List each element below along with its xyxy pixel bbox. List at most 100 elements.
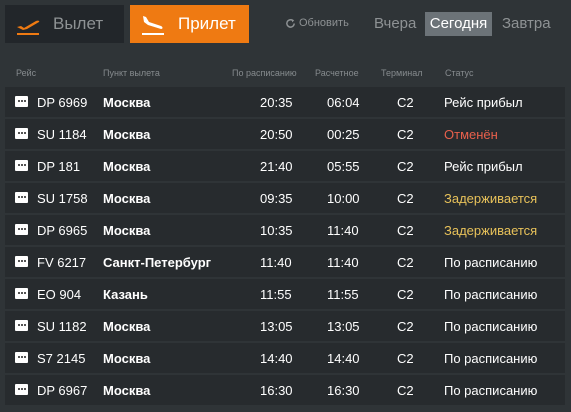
terminal: C2 (397, 191, 414, 206)
table-row[interactable]: S7 2145 Москва 14:40 14:40 C2 По расписанию (5, 343, 565, 373)
col-flight: Рейс (16, 68, 37, 78)
flight-number: DP 6967 (37, 383, 88, 398)
origin-city: Москва (103, 351, 151, 366)
estimated-time: 11:55 (327, 287, 359, 302)
terminal: C2 (397, 255, 414, 270)
origin-city: Казань (103, 287, 148, 302)
table-row[interactable]: EO 904 Казань 11:55 11:55 C2 По расписанию (5, 279, 565, 309)
col-origin: Пункт вылета (103, 68, 160, 78)
airline-logo-icon (15, 256, 28, 267)
terminal: C2 (397, 383, 414, 398)
airline-logo-icon (15, 352, 28, 363)
terminal: C2 (397, 319, 414, 334)
refresh-icon (286, 18, 295, 28)
scheduled-time: 11:55 (260, 287, 292, 302)
origin-city: Москва (103, 159, 151, 174)
flights-table: DP 6969 Москва 20:35 06:04 C2 Рейс прибыл SU 1… (5, 87, 565, 407)
estimated-time: 11:40 (327, 223, 359, 238)
terminal: C2 (397, 287, 414, 302)
table-row[interactable]: DP 181 Москва 21:40 05:55 C2 Рейс прибыл (5, 151, 565, 181)
origin-city: Москва (103, 127, 151, 142)
flight-number: SU 1182 (37, 319, 87, 334)
tab-departure[interactable]: Вылет (5, 5, 124, 43)
scheduled-time: 20:35 (260, 95, 293, 110)
terminal: C2 (397, 223, 414, 238)
terminal: C2 (397, 351, 414, 366)
airline-logo-icon (15, 288, 28, 299)
day-today[interactable]: Сегодня (425, 12, 492, 36)
scheduled-time: 13:05 (260, 319, 293, 334)
table-row[interactable]: FV 6217 Санкт-Петербург 11:40 11:40 C2 По рас… (5, 247, 565, 277)
scheduled-time: 10:35 (260, 223, 293, 238)
origin-city: Санкт-Петербург (103, 255, 212, 270)
airline-logo-icon (15, 320, 28, 331)
col-terminal: Терминал (381, 68, 423, 78)
plane-takeoff-icon (17, 20, 40, 35)
flight-status: По расписанию (444, 351, 538, 366)
scheduled-time: 20:50 (260, 127, 293, 142)
terminal: C2 (397, 127, 414, 142)
estimated-time: 14:40 (327, 351, 360, 366)
airline-logo-icon (15, 384, 28, 395)
flight-number: DP 6965 (37, 223, 88, 238)
origin-city: Москва (103, 95, 151, 110)
flight-status: Задерживается (444, 223, 538, 238)
top-bar: Вылет Прилет Обновить Вчера Сегодня Завт… (0, 0, 571, 48)
flight-status: Отменён (444, 127, 498, 142)
refresh-label: Обновить (299, 17, 349, 29)
tab-departure-label: Вылет (53, 14, 104, 33)
origin-city: Москва (103, 223, 151, 238)
table-row[interactable]: DP 6967 Москва 16:30 16:30 C2 По расписанию (5, 375, 565, 405)
tab-arrival[interactable]: Прилет (130, 5, 249, 43)
plane-landing-icon (142, 16, 164, 35)
refresh-button[interactable]: Обновить (285, 17, 349, 29)
day-yesterday[interactable]: Вчера (374, 12, 416, 36)
estimated-time: 16:30 (327, 383, 360, 398)
flight-number: DP 6969 (37, 95, 88, 110)
airline-logo-icon (15, 192, 28, 203)
flight-status: По расписанию (444, 287, 538, 302)
terminal: C2 (397, 95, 414, 110)
table-header: Рейс Пункт вылета По расписанию Расчетно… (0, 62, 571, 84)
airline-logo-icon (15, 224, 28, 235)
flight-number: EO 904 (37, 287, 82, 302)
flight-status: Задерживается (444, 191, 538, 206)
table-row[interactable]: DP 6969 Москва 20:35 06:04 C2 Рейс прибыл (5, 87, 565, 117)
table-row[interactable]: DP 6965 Москва 10:35 11:40 C2 Задерживается (5, 215, 565, 245)
flight-status: По расписанию (444, 319, 538, 334)
flight-status: Рейс прибыл (444, 159, 523, 174)
origin-city: Москва (103, 191, 151, 206)
flight-number: FV 6217 (37, 255, 87, 270)
estimated-time: 05:55 (327, 159, 360, 174)
flight-number: SU 1758 (37, 191, 88, 206)
flight-status: По расписанию (444, 383, 538, 398)
tab-arrival-label: Прилет (178, 14, 236, 33)
table-row[interactable]: SU 1758 Москва 09:35 10:00 C2 Задерживается (5, 183, 565, 213)
flight-status: Рейс прибыл (444, 95, 523, 110)
flight-status: По расписанию (444, 255, 538, 270)
scheduled-time: 14:40 (260, 351, 293, 366)
scheduled-time: 09:35 (260, 191, 293, 206)
flight-number: SU 1184 (37, 127, 87, 142)
flight-number: DP 181 (37, 159, 81, 174)
scheduled-time: 21:40 (260, 159, 293, 174)
estimated-time: 13:05 (327, 319, 360, 334)
estimated-time: 06:04 (327, 95, 360, 110)
estimated-time: 11:40 (327, 255, 359, 270)
table-row[interactable]: SU 1182 Москва 13:05 13:05 C2 По расписанию (5, 311, 565, 341)
estimated-time: 10:00 (327, 191, 360, 206)
col-estimated: Расчетное (315, 68, 359, 78)
scheduled-time: 11:40 (260, 255, 292, 270)
day-tomorrow[interactable]: Завтра (502, 12, 551, 36)
flight-number: S7 2145 (37, 351, 86, 366)
scheduled-time: 16:30 (260, 383, 293, 398)
airline-logo-icon (15, 128, 28, 139)
origin-city: Москва (103, 383, 151, 398)
estimated-time: 00:25 (327, 127, 360, 142)
origin-city: Москва (103, 319, 151, 334)
col-status: Статус (445, 68, 474, 78)
table-row[interactable]: SU 1184 Москва 20:50 00:25 C2 Отменён (5, 119, 565, 149)
col-scheduled: По расписанию (232, 68, 297, 78)
airline-logo-icon (15, 160, 28, 171)
terminal: C2 (397, 159, 414, 174)
